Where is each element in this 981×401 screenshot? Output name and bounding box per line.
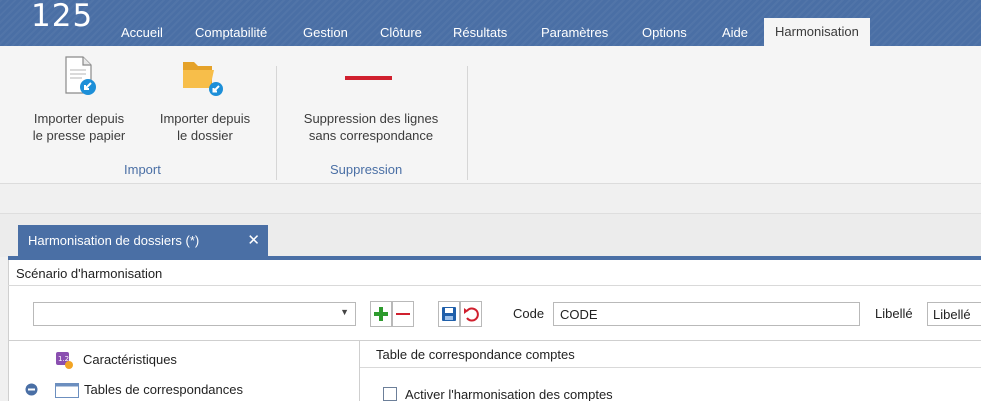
close-icon[interactable]: ✕ (247, 225, 260, 257)
tree-item-label: Tables de correspondances (84, 382, 243, 397)
ribbon-separator (467, 66, 468, 180)
delete-label-2: sans correspondance (308, 128, 434, 143)
chevron-down-icon: ▼ (340, 307, 349, 317)
tree-item-label: Caractéristiques (83, 352, 177, 367)
scenario-dropdown[interactable]: ▼ (33, 302, 356, 326)
menu-item-parametres[interactable]: Paramètres (541, 24, 608, 42)
document-tab[interactable]: Harmonisation de dossiers (*) ✕ (18, 225, 268, 257)
divider (360, 367, 981, 368)
code-input[interactable]: CODE (553, 302, 860, 326)
menu-item-resultats[interactable]: Résultats (453, 24, 507, 42)
import-folder-label-1: Importer depuis (159, 111, 251, 126)
plus-icon (374, 307, 388, 321)
remove-button[interactable] (392, 301, 414, 327)
undo-icon (464, 307, 479, 322)
group-label-suppression: Suppression (330, 162, 403, 177)
save-button[interactable] (438, 301, 460, 327)
menu-item-accueil[interactable]: Accueil (121, 24, 163, 42)
libelle-label: Libellé (875, 306, 913, 321)
enable-account-harmonization-checkbox[interactable] (383, 387, 397, 401)
app-logo: 125 (31, 0, 94, 34)
libelle-input[interactable]: Libellé (927, 302, 981, 326)
menu-item-gestion[interactable]: Gestion (303, 24, 348, 42)
group-label-import: Import (124, 162, 161, 177)
ribbon-separator (276, 66, 277, 180)
enable-account-harmonization-label[interactable]: Activer l'harmonisation des comptes (405, 387, 613, 401)
import-folder-label-2: le dossier (177, 128, 233, 143)
import-clipboard-label-2: le presse papier (32, 128, 126, 143)
import-clipboard-label-1: Importer depuis (33, 111, 125, 126)
collapse-icon[interactable] (25, 383, 38, 396)
menu-item-cloture[interactable]: Clôture (380, 24, 422, 42)
document-tab-label: Harmonisation de dossiers (*) (28, 233, 200, 248)
properties-icon: 1.2 (56, 352, 73, 369)
menu-bar: 125 Accueil Comptabilité Gestion Clôture… (0, 0, 981, 46)
minus-icon (396, 313, 410, 315)
undo-button[interactable] (460, 301, 482, 327)
correspondence-table-title: Table de correspondance comptes (376, 347, 575, 362)
divider (8, 285, 981, 286)
clipboard-document-icon (65, 56, 96, 95)
menu-item-options[interactable]: Options (642, 24, 687, 42)
minus-red-icon (345, 76, 392, 80)
app-window: 125 Accueil Comptabilité Gestion Clôture… (0, 0, 981, 401)
code-label: Code (513, 306, 545, 321)
menu-item-harmonisation[interactable]: Harmonisation (764, 18, 870, 46)
divider (8, 340, 981, 341)
delete-label-1: Suppression des lignes (303, 111, 439, 126)
menu-item-aide[interactable]: Aide (722, 24, 748, 42)
table-icon (55, 383, 79, 398)
add-button[interactable] (370, 301, 392, 327)
scenario-title: Scénario d'harmonisation (16, 266, 163, 281)
splitter[interactable] (359, 340, 360, 401)
content-panel (8, 260, 981, 401)
folder-icon (183, 62, 223, 96)
menu-item-comptabilite[interactable]: Comptabilité (195, 24, 267, 42)
save-icon (442, 307, 456, 321)
